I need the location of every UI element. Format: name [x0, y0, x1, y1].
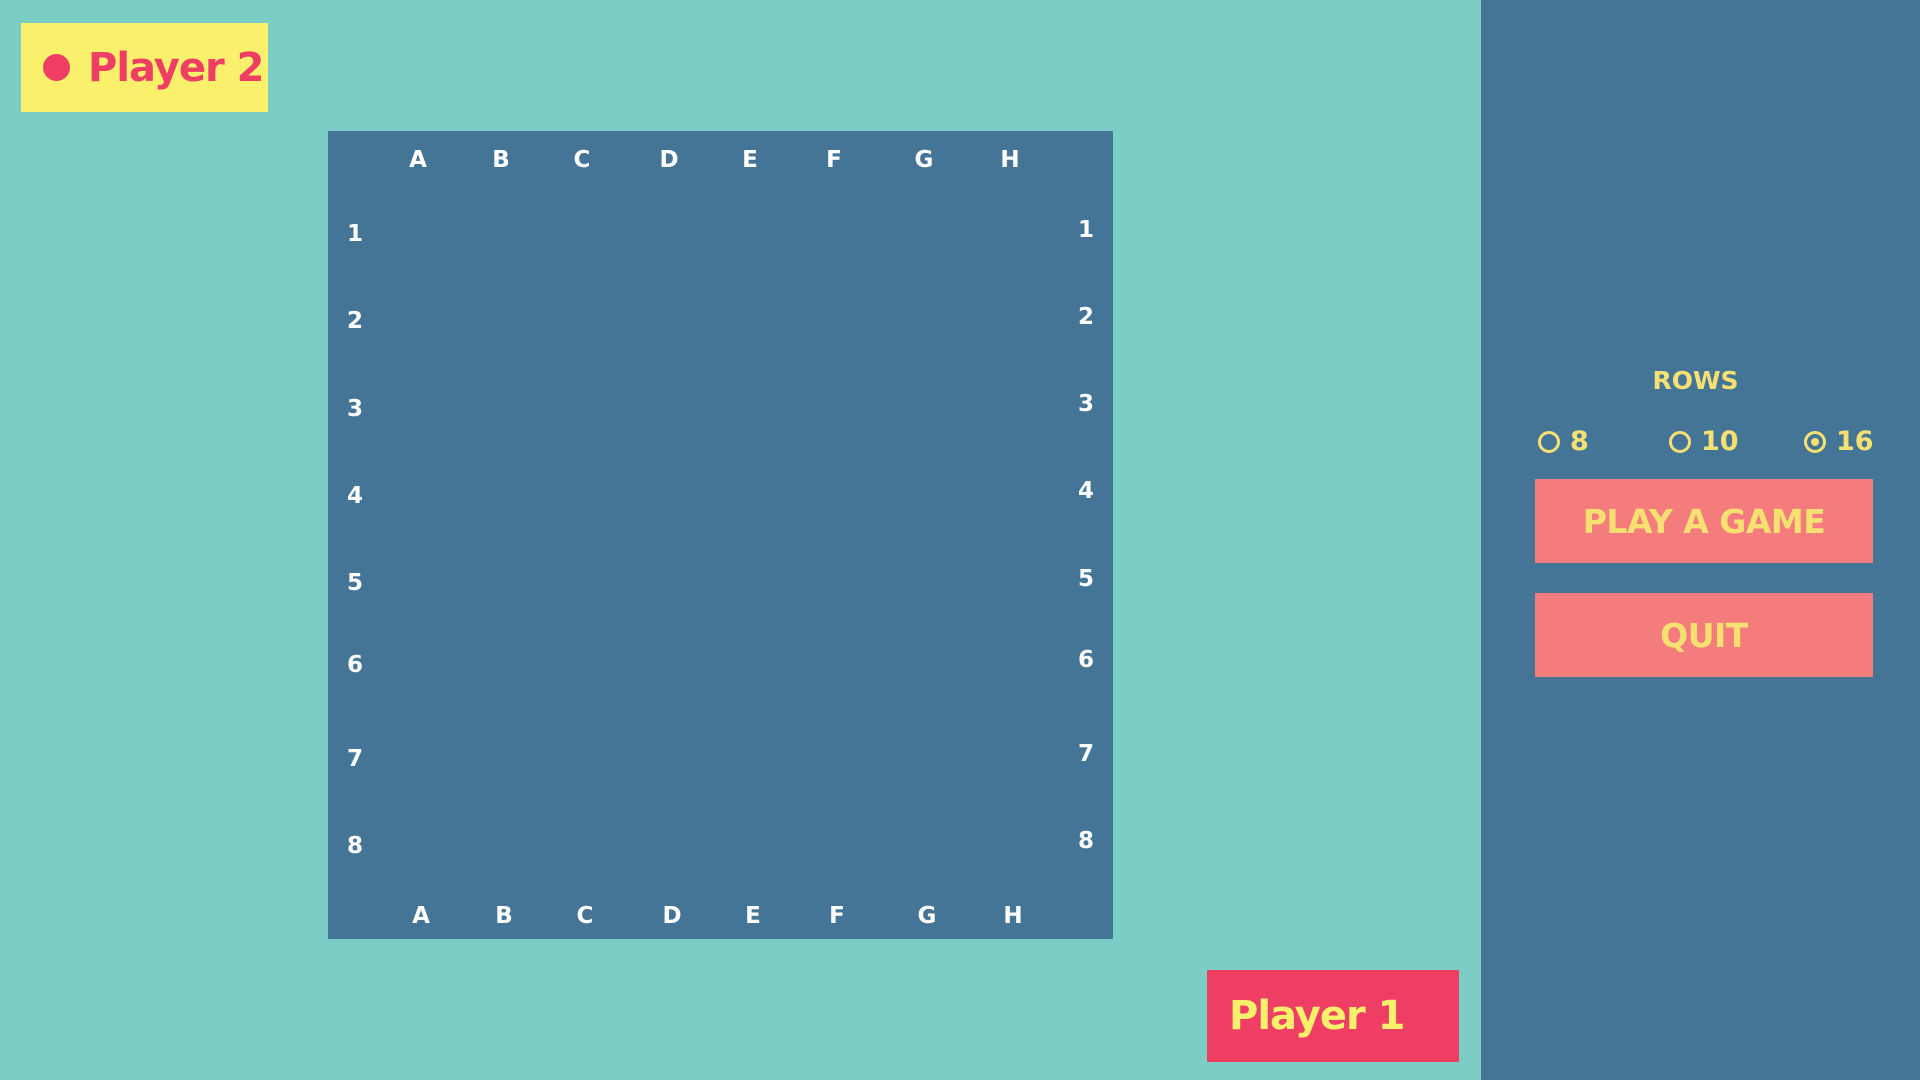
rows-option-10[interactable]: 10	[1669, 426, 1739, 457]
column-label: E	[745, 903, 761, 929]
column-label: A	[412, 903, 430, 929]
rows-option-label: 16	[1836, 426, 1874, 457]
turn-indicator-icon	[43, 54, 70, 81]
column-label: F	[826, 147, 842, 173]
column-label: B	[495, 903, 513, 929]
quit-button[interactable]: QUIT	[1535, 593, 1873, 677]
play-game-button[interactable]: PLAY A GAME	[1535, 479, 1873, 563]
row-label: 3	[346, 396, 364, 422]
row-label: 2	[346, 308, 364, 334]
column-label: C	[576, 903, 594, 929]
game-screen: Player 2 A B C D E F G H A B C D E F G H 1 2 3 4 5 6 7 8 1 2 3 4…	[0, 0, 1920, 1080]
column-label: A	[409, 147, 427, 173]
row-label: 7	[346, 746, 364, 772]
column-label: F	[829, 903, 845, 929]
row-label: 6	[1077, 647, 1095, 673]
radio-circle-icon[interactable]	[1538, 430, 1560, 453]
column-label: G	[914, 147, 934, 173]
column-label: G	[917, 903, 937, 929]
rows-title: ROWS	[1652, 366, 1739, 395]
rows-option-label: 10	[1701, 426, 1739, 457]
player-1-label: Player 1	[1229, 993, 1405, 1039]
player-2-label: Player 2	[88, 44, 264, 91]
row-label: 4	[346, 483, 364, 509]
column-label: C	[573, 147, 591, 173]
column-label: H	[1003, 903, 1023, 929]
column-label: D	[662, 903, 682, 929]
column-label: H	[1000, 147, 1020, 173]
row-label: 4	[1077, 478, 1095, 504]
rows-option-label: 8	[1570, 426, 1589, 457]
row-label: 2	[1077, 304, 1095, 330]
row-label: 8	[1077, 828, 1095, 854]
row-label: 6	[346, 652, 364, 678]
row-label: 7	[1077, 741, 1095, 767]
radio-circle-icon[interactable]	[1669, 430, 1691, 453]
player-1-badge: Player 1	[1207, 970, 1459, 1062]
row-label: 1	[346, 221, 364, 247]
row-label: 1	[1077, 217, 1095, 243]
radio-circle-icon[interactable]	[1804, 430, 1826, 453]
sidebar: ROWS 8 10 16 PLAY A GAME QUIT	[1481, 0, 1920, 1080]
row-label: 8	[346, 833, 364, 859]
column-label: B	[492, 147, 510, 173]
column-label: E	[742, 147, 758, 173]
rows-option-8[interactable]: 8	[1538, 426, 1589, 457]
column-label: D	[659, 147, 679, 173]
rows-option-16[interactable]: 16	[1804, 426, 1874, 457]
row-label: 5	[346, 570, 364, 596]
row-label: 5	[1077, 566, 1095, 592]
player-2-badge: Player 2	[21, 23, 268, 112]
row-label: 3	[1077, 391, 1095, 417]
game-board[interactable]: A B C D E F G H A B C D E F G H 1 2 3 4 5 6 7 8 1 2 3 4 5 6 7 8	[328, 131, 1113, 939]
